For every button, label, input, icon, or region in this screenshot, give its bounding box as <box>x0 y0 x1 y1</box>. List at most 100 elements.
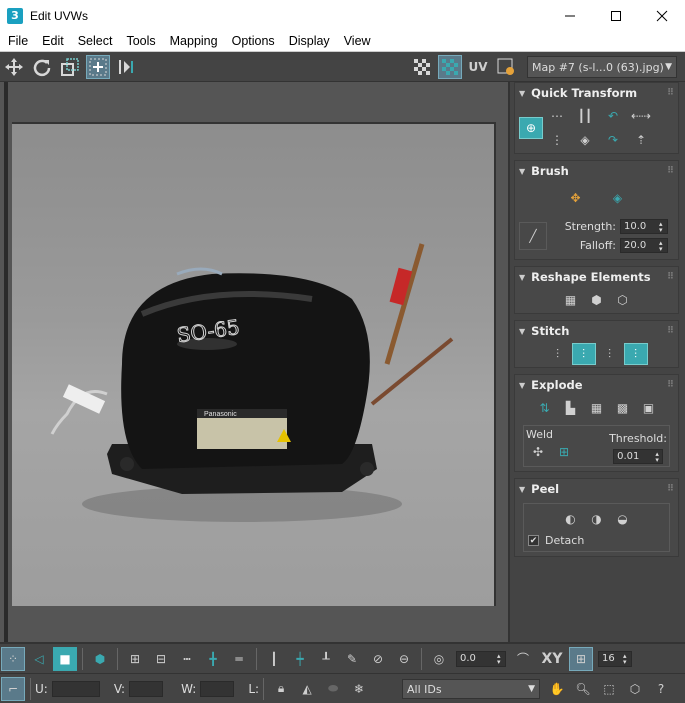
edge-mode-icon[interactable]: ◁ <box>27 647 51 671</box>
strength-spinner[interactable]: 10.0 <box>620 219 668 234</box>
rotate-cw-icon[interactable]: ↷ <box>601 129 625 151</box>
vertex-mode-icon[interactable]: ⁘ <box>1 646 25 671</box>
scale-icon[interactable] <box>58 55 82 79</box>
menu-edit[interactable]: Edit <box>36 34 70 48</box>
hide-icon[interactable]: ◭ <box>295 677 319 701</box>
w-label: W: <box>181 681 197 696</box>
stitch-to-target-icon[interactable]: ⫶ <box>571 343 596 365</box>
brush-header[interactable]: ▼ Brush ⠿ <box>515 161 678 181</box>
detach-checkbox[interactable]: ✔ <box>528 535 539 546</box>
minimize-button[interactable] <box>547 0 593 31</box>
peel-mode-icon[interactable]: ◑ <box>585 508 609 530</box>
zoom-region-icon[interactable]: ⬚ <box>597 677 621 701</box>
loop-select-icon[interactable]: ┅ <box>175 647 199 671</box>
freeform-icon[interactable] <box>86 54 110 79</box>
absolute-offset-icon[interactable]: ⌐ <box>1 676 25 701</box>
loop-shrink-icon[interactable]: ═ <box>227 647 251 671</box>
shrink-selection-icon[interactable]: ⊟ <box>149 647 173 671</box>
relax-settings-icon[interactable]: ⬡ <box>611 289 635 311</box>
help-icon[interactable]: ? <box>649 677 673 701</box>
move-icon[interactable] <box>2 55 26 79</box>
align-vertical-icon[interactable]: ⋮ <box>545 129 569 151</box>
space-vertical-icon[interactable]: ┃┃ <box>573 105 597 127</box>
lock-icon[interactable]: 🔒︎ <box>269 677 293 701</box>
texture-settings-icon[interactable] <box>494 55 518 79</box>
menu-file[interactable]: File <box>2 34 34 48</box>
map-dropdown[interactable]: Map #7 (s-l...0 (63).jpg) ▼ <box>527 56 677 78</box>
mirror-icon[interactable] <box>114 55 138 79</box>
rotate-icon[interactable] <box>30 55 54 79</box>
freeze-icon[interactable]: ❄ <box>347 677 371 701</box>
peel-header[interactable]: ▼ Peel ⠿ <box>515 479 678 499</box>
soft-select-icon[interactable]: ◎ <box>427 647 451 671</box>
maximize-button[interactable] <box>593 0 639 31</box>
stitch-header[interactable]: ▼ Stitch ⠿ <box>515 321 678 341</box>
uv-viewport[interactable]: Panasonic SO-65 <box>0 82 510 642</box>
flatten-by-material-icon[interactable]: ▩ <box>611 397 635 419</box>
straighten-selection-icon[interactable]: ▦ <box>559 289 583 311</box>
quick-transform-header[interactable]: ▼ Quick Transform ⠿ <box>515 83 678 103</box>
break-icon[interactable]: ⇅ <box>533 397 557 419</box>
grid-count-spinner[interactable]: 16 <box>598 650 632 667</box>
v-input[interactable] <box>129 680 164 697</box>
ring-select-icon[interactable]: ┃ <box>262 647 286 671</box>
relax-icon[interactable]: ⬢ <box>585 289 609 311</box>
set-pivot-icon[interactable]: ⊕ <box>519 117 543 139</box>
paint-shrink-icon[interactable]: ⊖ <box>392 647 416 671</box>
weld-selected-icon[interactable]: ✣ <box>526 441 550 463</box>
freeze-mask-icon[interactable]: ⬬ <box>321 677 345 701</box>
material-id-dropdown[interactable]: All IDs ▼ <box>402 679 540 699</box>
uv-axis-label[interactable]: UV <box>466 55 490 79</box>
polygon-mode-icon[interactable]: ■ <box>53 646 77 671</box>
loop-grow-icon[interactable]: ╋ <box>201 647 225 671</box>
zoom-icon[interactable]: 🔍︎ <box>571 677 595 701</box>
straighten-icon[interactable]: ◈ <box>573 129 597 151</box>
paint-move-icon[interactable]: ✥ <box>564 187 588 209</box>
quick-peel-icon[interactable]: ◐ <box>559 508 583 530</box>
space-horizontal-icon[interactable]: ⇠⇢ <box>629 105 653 127</box>
show-map-icon[interactable] <box>438 54 462 79</box>
menu-options[interactable]: Options <box>226 34 281 48</box>
falloff-spinner[interactable]: 20.0 <box>620 238 668 253</box>
pan-icon[interactable]: ✋ <box>545 677 569 701</box>
menu-mapping[interactable]: Mapping <box>164 34 224 48</box>
reset-peel-icon[interactable]: ◒ <box>611 508 635 530</box>
menu-select[interactable]: Select <box>72 34 119 48</box>
soft-select-spinner[interactable]: 0.0 <box>456 650 506 667</box>
reshape-header[interactable]: ▼ Reshape Elements ⠿ <box>515 267 678 287</box>
checker-icon[interactable] <box>410 55 434 79</box>
threshold-spinner[interactable]: 0.01 <box>613 449 664 464</box>
flip-vertical-icon[interactable]: ⇡ <box>629 129 653 151</box>
stitch-custom-icon[interactable]: ⫶ <box>546 343 570 365</box>
menu-view[interactable]: View <box>338 34 377 48</box>
flatten-icon[interactable]: ▦ <box>585 397 609 419</box>
paint-select-icon[interactable]: ✎ <box>340 647 364 671</box>
menu-tools[interactable]: Tools <box>120 34 161 48</box>
align-horizontal-icon[interactable]: ⋯ <box>545 105 569 127</box>
stitch-to-source-icon[interactable]: ⫶ <box>623 343 648 365</box>
w-input[interactable] <box>200 680 235 697</box>
target-weld-icon[interactable]: ⊞ <box>552 441 576 463</box>
close-button[interactable] <box>639 0 685 31</box>
ring-shrink-icon[interactable]: ┸ <box>314 647 338 671</box>
grid-snap-icon[interactable]: ⊞ <box>569 646 593 671</box>
divider <box>117 647 118 670</box>
grow-selection-icon[interactable]: ⊞ <box>123 647 147 671</box>
zoom-extents-icon[interactable]: ⬡ <box>623 677 647 701</box>
rotate-ccw-icon[interactable]: ↶ <box>601 105 625 127</box>
ring-grow-icon[interactable]: ┿ <box>288 647 312 671</box>
u-input[interactable] <box>51 680 100 697</box>
relax-brush-icon[interactable]: ◈ <box>606 187 630 209</box>
flatten-by-smoothing-icon[interactable]: ▣ <box>637 397 661 419</box>
stitch-average-icon[interactable]: ⫶ <box>598 343 622 365</box>
xy-space-toggle[interactable]: XY <box>537 647 567 671</box>
falloff-curve-icon[interactable]: ⌒ <box>511 647 535 671</box>
menu-display[interactable]: Display <box>283 34 336 48</box>
detach-edge-icon[interactable]: ▙ <box>559 397 583 419</box>
paint-grow-icon[interactable]: ⊘ <box>366 647 390 671</box>
brush-size-icon[interactable]: ╱ <box>519 222 547 250</box>
side-panel: ▼ Quick Transform ⠿ ⊕ ⋯ ┃┃ ↶ ⇠⇢ ⋮ ◈ ↷ ⇡ … <box>512 82 685 642</box>
weld-group: Weld ✣ ⊞ Threshold: 0.01 <box>523 425 670 467</box>
element-mode-icon[interactable]: ⬢ <box>88 647 112 671</box>
explode-header[interactable]: ▼ Explode ⠿ <box>515 375 678 395</box>
